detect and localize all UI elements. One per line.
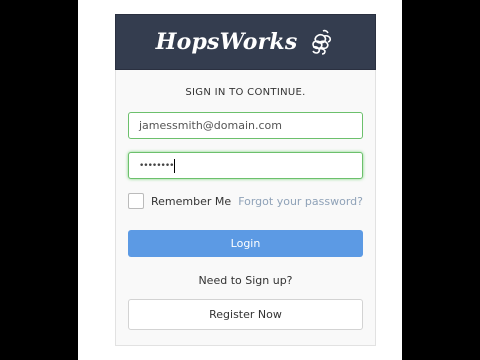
email-field[interactable]: jamessmith@domain.com	[128, 112, 363, 139]
text-caret	[174, 158, 176, 173]
remember-me-checkbox[interactable]	[128, 193, 144, 209]
register-now-button[interactable]: Register Now	[128, 299, 363, 330]
email-value: jamessmith@domain.com	[139, 119, 282, 132]
brand-header: HopsWorks	[115, 14, 376, 70]
password-field[interactable]: ••••••••	[128, 152, 363, 179]
password-mask: ••••••••	[139, 160, 174, 171]
remember-me-label[interactable]: Remember Me	[151, 195, 231, 208]
login-button[interactable]: Login	[128, 230, 363, 257]
sign-in-subtitle: SIGN IN TO CONTINUE.	[185, 87, 306, 98]
page: HopsWorks SIGN IN TO CONTINUE. jamessmit…	[78, 0, 402, 360]
remember-row: Remember Me Forgot your password?	[128, 192, 363, 210]
signup-prompt: Need to Sign up?	[198, 274, 293, 287]
brand-name: HopsWorks	[155, 29, 298, 55]
hop-cone-icon	[305, 27, 335, 57]
login-card: HopsWorks SIGN IN TO CONTINUE. jamessmit…	[115, 14, 376, 346]
forgot-password-link[interactable]: Forgot your password?	[238, 195, 363, 208]
